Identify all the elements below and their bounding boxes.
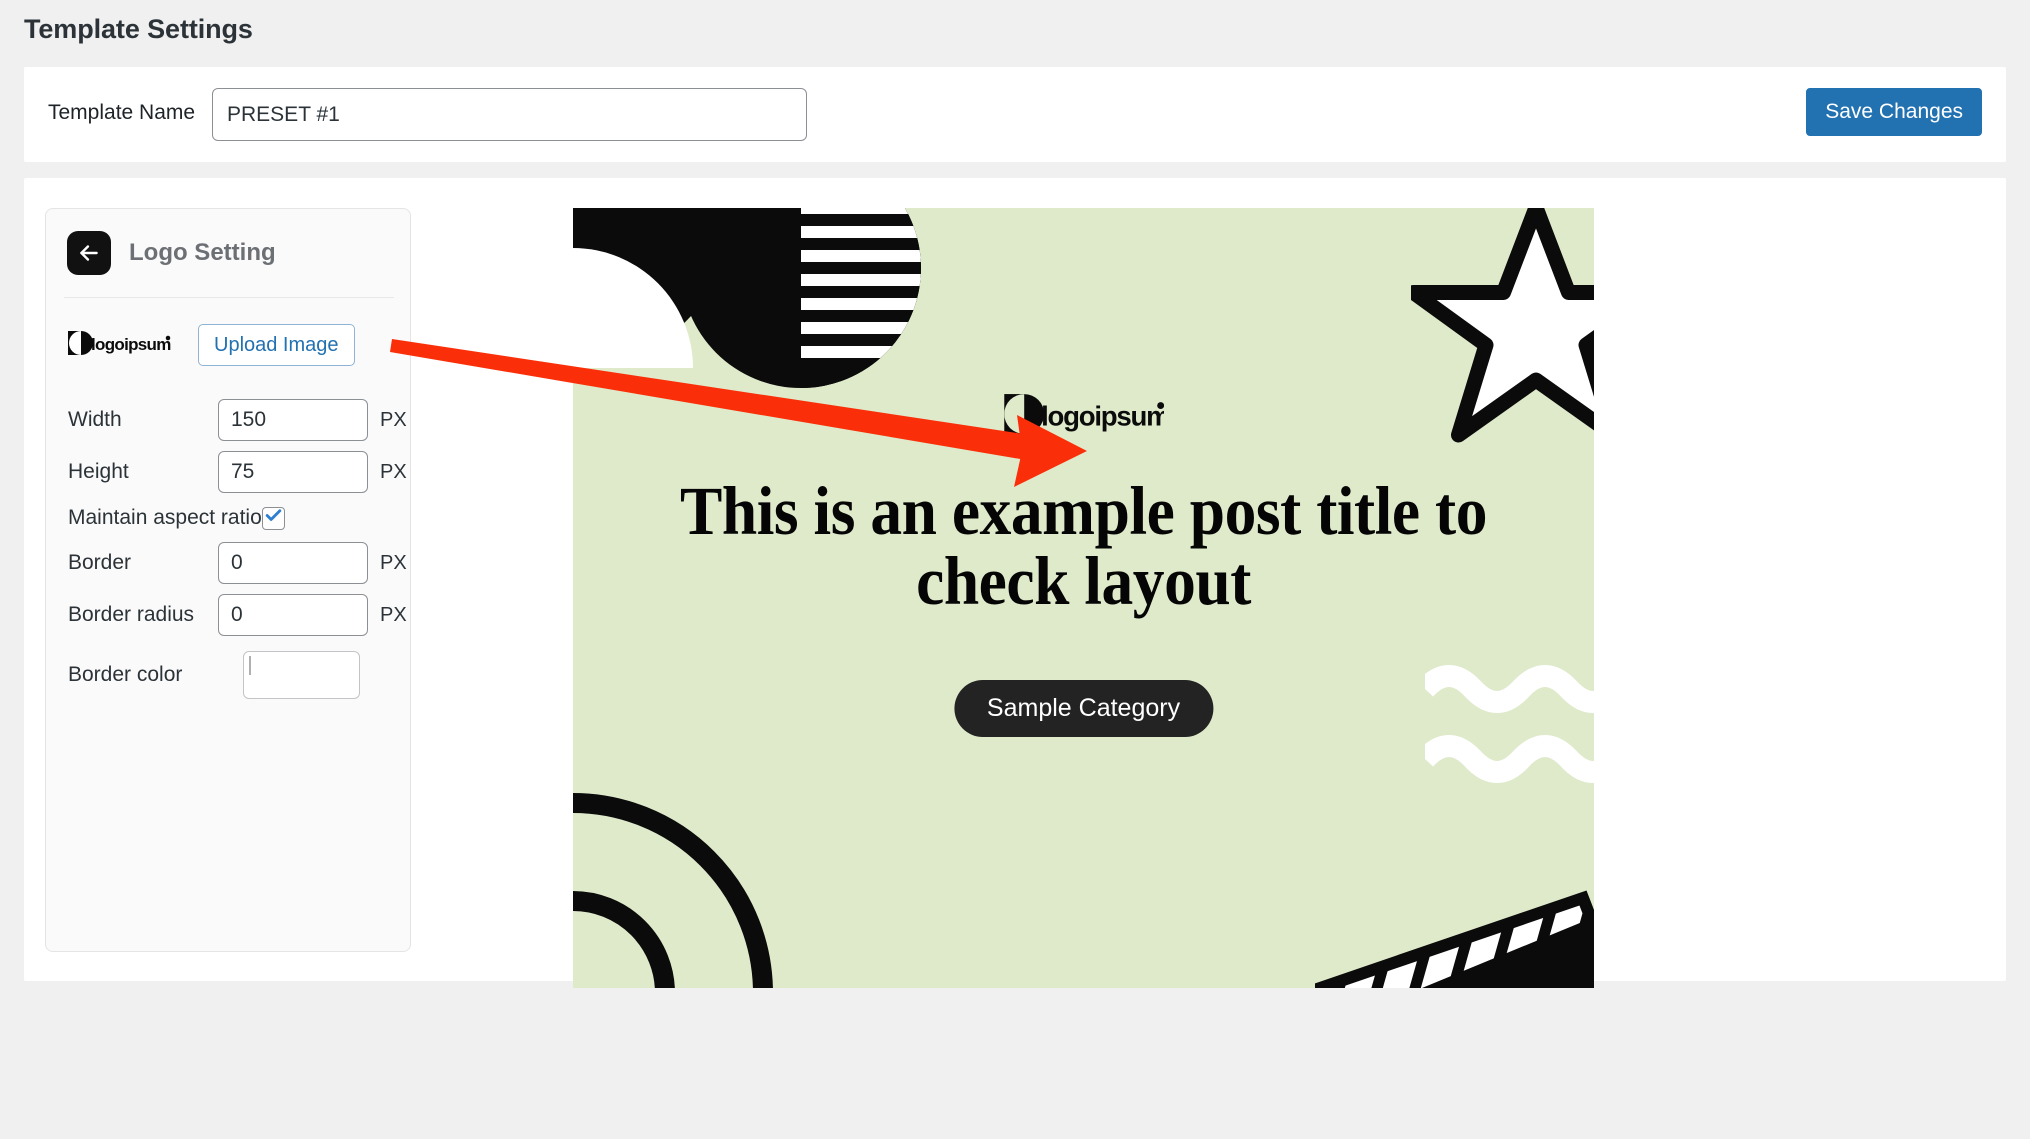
back-button[interactable] xyxy=(67,231,111,275)
logo-setting-header: Logo Setting xyxy=(46,209,410,297)
template-name-label: Template Name xyxy=(48,101,196,124)
border-color-label: Border color xyxy=(68,663,183,686)
logo-setting-panel: Logo Setting logoipsum Upload Image Widt… xyxy=(45,208,411,952)
border-color-swatch xyxy=(249,656,251,675)
template-name-input[interactable] xyxy=(212,88,807,141)
field-row-width: Width PX xyxy=(46,399,410,441)
save-changes-button[interactable]: Save Changes xyxy=(1806,88,1982,136)
height-label: Height xyxy=(68,460,129,483)
field-row-border-radius: Border radius PX xyxy=(46,594,410,636)
width-label: Width xyxy=(68,408,122,431)
svg-text:logoipsum: logoipsum xyxy=(91,335,171,354)
panel-divider xyxy=(64,297,394,298)
border-label: Border xyxy=(68,551,132,574)
field-row-height: Height PX xyxy=(46,451,410,493)
maintain-aspect-ratio-checkbox[interactable] xyxy=(261,506,285,530)
app-root: Template Settings Template Name Save Cha… xyxy=(0,0,2030,1139)
border-input[interactable] xyxy=(218,542,368,584)
width-unit: PX xyxy=(380,408,407,431)
border-radius-label: Border radius xyxy=(68,603,195,626)
star-outline-shape xyxy=(1411,208,1594,443)
logo-setting-title: Logo Setting xyxy=(129,239,276,266)
arrow-left-icon xyxy=(76,240,102,266)
border-unit: PX xyxy=(380,551,407,574)
border-color-picker[interactable] xyxy=(243,651,360,699)
svg-text:logoipsum: logoipsum xyxy=(1041,401,1164,432)
width-input[interactable] xyxy=(218,399,368,441)
maintain-aspect-ratio-label: Maintain aspect ratio xyxy=(68,506,262,529)
template-name-card: Template Name Save Changes xyxy=(24,67,2006,162)
logo-upload-row: logoipsum Upload Image xyxy=(46,314,410,376)
border-radius-unit: PX xyxy=(380,603,407,626)
logoipsum-thumbnail-icon: logoipsum xyxy=(68,328,172,363)
preview-logoipsum-icon: logoipsum xyxy=(1003,391,1170,442)
preview-category-badge: Sample Category xyxy=(953,680,1214,737)
wave-lines-shape xyxy=(1425,665,1594,783)
half-circle-striped-shape xyxy=(801,208,921,388)
height-input[interactable] xyxy=(218,451,368,493)
maintain-aspect-ratio-row: Maintain aspect ratio xyxy=(68,506,285,530)
template-editor-card: Logo Setting logoipsum Upload Image Widt… xyxy=(24,178,2006,988)
preview-canvas: logoipsum This is an example post title … xyxy=(573,208,1594,988)
striped-bar-shape xyxy=(1315,890,1594,988)
page-title: Template Settings xyxy=(24,14,253,44)
checkmark-icon xyxy=(264,506,283,530)
field-row-border: Border PX xyxy=(46,542,410,584)
preview-post-title: This is an example post title to check l… xyxy=(679,473,1488,620)
height-unit: PX xyxy=(380,460,407,483)
concentric-arcs-shape xyxy=(573,793,773,988)
template-preview: logoipsum This is an example post title … xyxy=(573,208,1594,988)
field-row-border-color: Border color xyxy=(46,649,410,701)
border-radius-input[interactable] xyxy=(218,594,368,636)
upload-image-button[interactable]: Upload Image xyxy=(198,324,355,366)
